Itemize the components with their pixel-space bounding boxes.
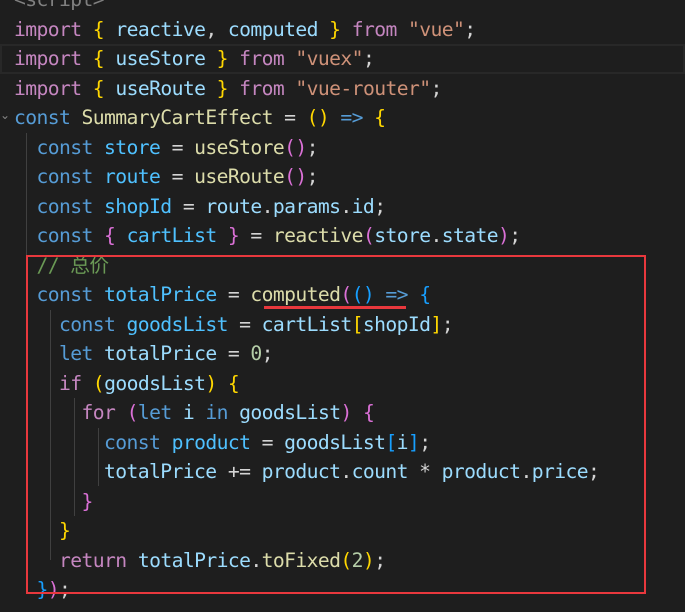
code-token: ; <box>464 17 476 41</box>
code-token: { <box>92 76 105 100</box>
code-line[interactable]: const route = useRoute(); <box>0 162 685 192</box>
code-token: reactive <box>104 17 206 41</box>
code-token: import <box>14 47 82 70</box>
code-line[interactable]: const { cartList } = reactive(store.stat… <box>0 221 685 251</box>
code-token: . <box>340 194 352 218</box>
annotation-underline <box>264 306 406 309</box>
code-token: ; <box>362 47 375 70</box>
code-line[interactable]: <script> <box>0 0 685 15</box>
code-token: import <box>14 17 82 41</box>
code-token: const <box>36 194 94 218</box>
code-token: { <box>92 17 105 41</box>
code-token: from <box>351 17 398 41</box>
code-token: () <box>284 165 307 188</box>
code-token: params <box>272 194 341 218</box>
code-token: } <box>216 47 229 70</box>
code-token: SummaryCartEffect <box>81 106 274 129</box>
code-token: store <box>374 224 431 247</box>
code-token: } <box>216 76 229 100</box>
code-token: const <box>36 224 94 247</box>
code-token: useStore <box>194 135 285 159</box>
code-token: { <box>104 224 116 247</box>
code-line[interactable]: import { reactive, computed } from "vue"… <box>0 15 685 45</box>
code-token: from <box>239 47 285 70</box>
code-token: "vuex" <box>295 47 363 70</box>
code-line[interactable]: import { useRoute } from "vue-router"; <box>0 74 685 104</box>
code-token: ) <box>498 224 510 247</box>
code-token: cartList <box>126 224 218 247</box>
fold-chevron-icon[interactable]: ⌄ <box>0 108 10 122</box>
code-token: computed <box>227 17 319 41</box>
code-token: () <box>284 135 307 159</box>
code-token: . <box>261 194 274 218</box>
code-token: ( <box>362 224 375 247</box>
code-token: = <box>171 194 206 218</box>
code-token: ; <box>374 194 386 218</box>
code-token: from <box>239 76 285 100</box>
code-token: ; <box>430 76 442 100</box>
code-token: . <box>430 224 442 247</box>
code-token: } <box>329 17 341 41</box>
code-token: const <box>36 165 94 188</box>
code-token: route <box>104 165 161 188</box>
code-token: <script> <box>14 0 105 11</box>
code-token: , <box>205 17 228 41</box>
code-token: useRoute <box>104 76 206 100</box>
code-token: shopId <box>104 194 172 218</box>
code-token: () <box>306 106 330 129</box>
code-token: = <box>160 165 195 188</box>
code-token: state <box>441 224 499 247</box>
code-line[interactable]: const SummaryCartEffect = () => { <box>0 103 685 133</box>
code-token: { <box>92 47 105 70</box>
code-token: ; <box>306 135 319 159</box>
code-token: const <box>36 135 94 159</box>
code-token: useRoute <box>194 165 285 188</box>
code-token: { <box>374 106 386 129</box>
code-token: = <box>239 224 273 247</box>
code-line[interactable]: const shopId = route.params.id; <box>0 192 685 222</box>
code-token: reactive <box>272 224 364 247</box>
code-token: id <box>351 194 375 218</box>
code-token: import <box>14 76 82 100</box>
code-token: store <box>104 135 161 159</box>
code-token: const <box>14 106 71 129</box>
code-token: ; <box>509 224 521 247</box>
code-token: "vue-router" <box>295 76 431 100</box>
code-token: route <box>205 194 262 218</box>
code-token: useStore <box>104 47 206 70</box>
code-token: = <box>160 135 195 159</box>
code-token: => <box>340 106 363 129</box>
code-line[interactable]: import { useStore } from "vuex"; <box>0 44 685 74</box>
code-token: = <box>272 106 307 129</box>
code-token: } <box>227 224 240 247</box>
code-line[interactable]: const store = useStore(); <box>0 133 685 163</box>
code-token: "vue" <box>407 17 465 41</box>
code-token: ; <box>306 165 319 188</box>
